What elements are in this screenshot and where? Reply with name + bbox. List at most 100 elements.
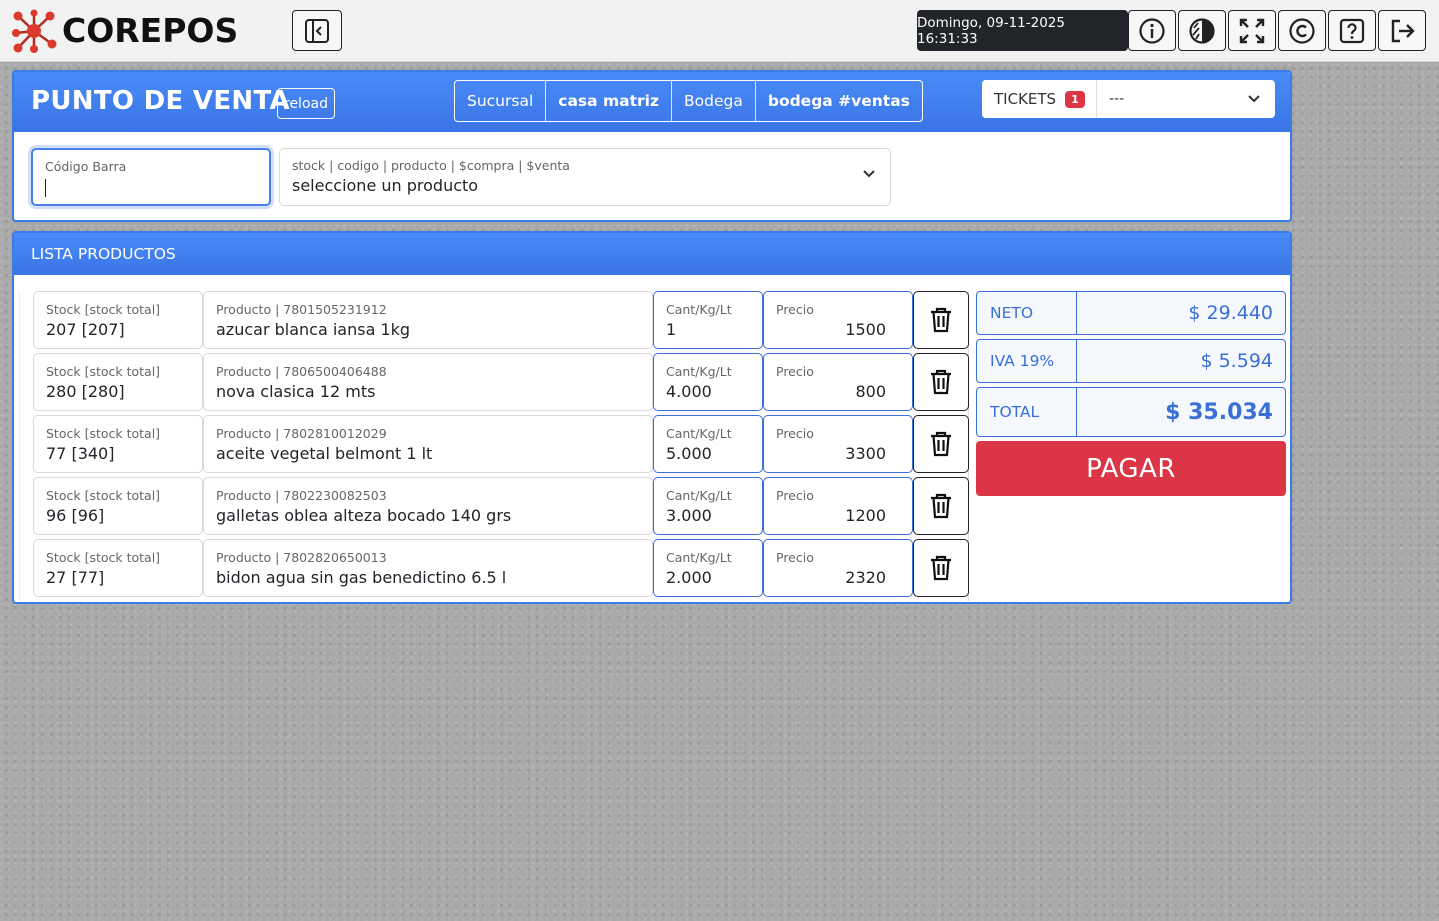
- price-label: Precio: [776, 302, 814, 317]
- logo: COREPOS: [10, 8, 238, 54]
- quantity-value: 2.000: [666, 568, 712, 587]
- product-list-title: LISTA PRODUCTOS: [31, 245, 176, 263]
- product-name: aceite vegetal belmont 1 lt: [216, 444, 433, 463]
- total-row: TOTAL $ 35.034: [976, 387, 1286, 437]
- total-value: $ 35.034: [1165, 399, 1273, 425]
- product-label: Producto | 7802810012029: [216, 426, 387, 441]
- trash-icon: [931, 555, 951, 581]
- quantity-value: 3.000: [666, 506, 712, 525]
- product-field: Producto | 7802810012029 aceite vegetal …: [203, 415, 653, 473]
- price-input[interactable]: Precio 3300: [763, 415, 913, 473]
- stock-field: Stock [stock total] 280 [280]: [33, 353, 203, 411]
- sidebar-collapse-icon: [305, 18, 329, 43]
- help-icon: [1339, 18, 1365, 43]
- neto-label: NETO: [977, 292, 1077, 334]
- copyright-button[interactable]: [1278, 10, 1326, 51]
- stock-field: Stock [stock total] 27 [77]: [33, 539, 203, 597]
- tickets-select[interactable]: ---: [1097, 80, 1275, 118]
- logo-text: COREPOS: [62, 11, 239, 50]
- theme-button[interactable]: [1178, 10, 1226, 51]
- stock-label: Stock [stock total]: [46, 488, 161, 503]
- quantity-value: 4.000: [666, 382, 712, 401]
- product-field: Producto | 7802820650013 bidon agua sin …: [203, 539, 653, 597]
- quantity-input[interactable]: Cant/Kg/Lt 3.000: [653, 477, 763, 535]
- stock-field: Stock [stock total] 207 [207]: [33, 291, 203, 349]
- stock-label: Stock [stock total]: [46, 302, 161, 317]
- product-label: Producto | 7802230082503: [216, 488, 387, 503]
- sucursal-label: Sucursal: [467, 92, 534, 110]
- pos-card: PUNTO DE VENTA reload Sucursal casa matr…: [12, 70, 1292, 222]
- product-select[interactable]: stock | codigo | producto | $compra | $v…: [279, 148, 891, 206]
- price-value: 1200: [845, 506, 886, 525]
- logout-icon: [1391, 19, 1415, 42]
- barcode-value: [45, 177, 46, 197]
- delete-row-button[interactable]: [913, 291, 969, 349]
- table-row: Stock [stock total] 207 [207] Producto |…: [33, 291, 969, 349]
- neto-value: $ 29.440: [1188, 302, 1273, 324]
- pay-button[interactable]: PAGAR: [976, 441, 1286, 496]
- datetime-display: Domingo, 09-11-2025 16:31:33: [917, 10, 1128, 51]
- stock-label: Stock [stock total]: [46, 364, 161, 379]
- tickets-label-text: TICKETS: [994, 90, 1057, 108]
- product-rows: Stock [stock total] 207 [207] Producto |…: [19, 291, 969, 601]
- delete-row-button[interactable]: [913, 477, 969, 535]
- chevron-down-icon: [1248, 95, 1260, 103]
- delete-row-button[interactable]: [913, 539, 969, 597]
- quantity-input[interactable]: Cant/Kg/Lt 1: [653, 291, 763, 349]
- price-input[interactable]: Precio 2320: [763, 539, 913, 597]
- price-input[interactable]: Precio 1200: [763, 477, 913, 535]
- logo-network-icon: [12, 9, 57, 53]
- info-icon: [1139, 17, 1165, 44]
- sucursal-value[interactable]: casa matriz: [545, 81, 671, 121]
- product-list-card: LISTA PRODUCTOS Stock [stock total] 207 …: [12, 231, 1292, 604]
- table-row: Stock [stock total] 77 [340] Producto | …: [33, 415, 969, 473]
- contrast-icon: [1189, 17, 1215, 44]
- page-title: PUNTO DE VENTA: [31, 86, 290, 116]
- stock-value: 280 [280]: [46, 382, 125, 401]
- quantity-label: Cant/Kg/Lt: [666, 550, 732, 565]
- info-button[interactable]: [1128, 10, 1176, 51]
- product-label: Producto | 7806500406488: [216, 364, 387, 379]
- quantity-input[interactable]: Cant/Kg/Lt 5.000: [653, 415, 763, 473]
- trash-icon: [931, 369, 951, 395]
- fullscreen-button[interactable]: [1228, 10, 1276, 51]
- stock-value: 77 [340]: [46, 444, 115, 463]
- product-name: nova clasica 12 mts: [216, 382, 376, 401]
- price-value: 800: [855, 382, 886, 401]
- stock-label: Stock [stock total]: [46, 550, 161, 565]
- sidebar-toggle-button[interactable]: [292, 10, 342, 51]
- help-button[interactable]: [1328, 10, 1376, 51]
- quantity-input[interactable]: Cant/Kg/Lt 4.000: [653, 353, 763, 411]
- table-row: Stock [stock total] 280 [280] Producto |…: [33, 353, 969, 411]
- price-label: Precio: [776, 550, 814, 565]
- product-name: bidon agua sin gas benedictino 6.5 l: [216, 568, 507, 587]
- delete-row-button[interactable]: [913, 353, 969, 411]
- stock-value: 27 [77]: [46, 568, 105, 587]
- quantity-input[interactable]: Cant/Kg/Lt 2.000: [653, 539, 763, 597]
- chevron-down-icon: [863, 170, 875, 178]
- bodega-value[interactable]: bodega #ventas: [754, 81, 922, 121]
- tickets-label: TICKETS 1: [982, 80, 1097, 118]
- price-input[interactable]: Precio 1500: [763, 291, 913, 349]
- product-select-label: stock | codigo | producto | $compra | $v…: [292, 158, 570, 173]
- barcode-input[interactable]: Código Barra: [31, 148, 271, 206]
- stock-field: Stock [stock total] 96 [96]: [33, 477, 203, 535]
- product-list-header: LISTA PRODUCTOS: [14, 233, 1290, 275]
- product-select-value: seleccione un producto: [292, 176, 479, 195]
- quantity-value: 1: [666, 320, 677, 339]
- stock-value: 96 [96]: [46, 506, 105, 525]
- trash-icon: [931, 431, 951, 457]
- copyright-icon: [1289, 17, 1315, 44]
- table-row: Stock [stock total] 27 [77] Producto | 7…: [33, 539, 969, 597]
- logout-button[interactable]: [1378, 10, 1426, 51]
- tickets-count-badge: 1: [1065, 90, 1085, 108]
- reload-button[interactable]: reload: [277, 88, 335, 119]
- neto-row: NETO $ 29.440: [976, 291, 1286, 335]
- quantity-value: 5.000: [666, 444, 712, 463]
- tickets-selected-value: ---: [1109, 91, 1125, 107]
- delete-row-button[interactable]: [913, 415, 969, 473]
- tickets-selector: TICKETS 1 ---: [982, 80, 1275, 118]
- product-label: Producto | 7801505231912: [216, 302, 387, 317]
- product-label: Producto | 7802820650013: [216, 550, 387, 565]
- price-input[interactable]: Precio 800: [763, 353, 913, 411]
